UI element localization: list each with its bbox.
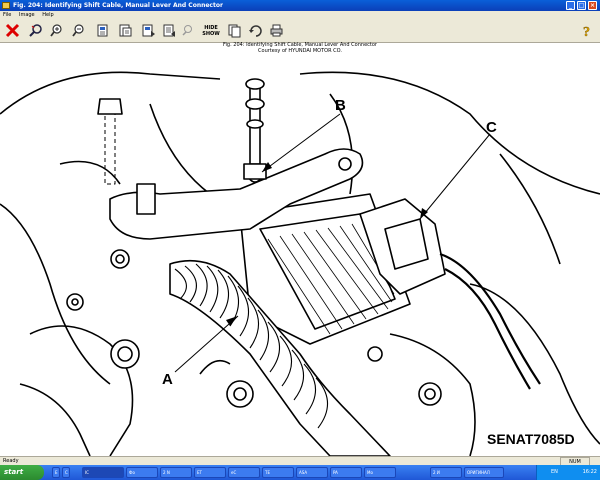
taskbar-item[interactable]: ОРИГИНАЛ	[464, 467, 504, 478]
close-window-button[interactable]: ×	[588, 1, 597, 10]
figure-code: SENAT7085D	[487, 431, 575, 447]
window-title: Fig. 204: Identifying Shift Cable, Manua…	[13, 2, 223, 9]
start-label: start	[4, 468, 24, 476]
taskbar-item[interactable]: 2 N	[160, 467, 192, 478]
taskbar-item[interactable]: Mo	[364, 467, 396, 478]
printer-icon[interactable]	[268, 22, 285, 39]
taskbar-item[interactable]: C	[62, 467, 70, 478]
callout-a: A	[162, 371, 173, 388]
show-label: SHOW	[202, 30, 220, 37]
start-button[interactable]: start	[0, 465, 44, 480]
zoom-out-icon[interactable]	[70, 22, 87, 39]
maximize-button[interactable]: □	[577, 1, 586, 10]
menu-file[interactable]: File	[3, 11, 11, 20]
page-1-icon[interactable]	[95, 22, 112, 39]
taskbar: start E C IC Фо 2 N ET eC TE ASA PA Mo 2…	[0, 465, 600, 480]
taskbar-item[interactable]: TE	[262, 467, 294, 478]
app-icon	[2, 2, 10, 9]
system-tray: EN 16:22	[536, 465, 600, 480]
taskbar-item[interactable]: E	[52, 467, 60, 478]
taskbar-item[interactable]: eC	[228, 467, 260, 478]
hide-show-button[interactable]: HIDE SHOW	[201, 22, 221, 39]
zoom-in-icon[interactable]	[48, 22, 65, 39]
title-bar: Fig. 204: Identifying Shift Cable, Manua…	[0, 0, 600, 11]
copy-icon[interactable]	[226, 22, 243, 39]
callout-c: C	[486, 119, 497, 136]
print-icon[interactable]	[180, 22, 197, 39]
close-icon[interactable]	[4, 22, 21, 39]
menu-help[interactable]: Help	[42, 11, 53, 20]
menu-image[interactable]: Image	[19, 11, 35, 20]
toolbar: HIDE SHOW ?	[0, 20, 600, 43]
taskbar-item[interactable]: ET	[194, 467, 226, 478]
page-2-icon[interactable]	[117, 22, 134, 39]
taskbar-item[interactable]: IC	[82, 467, 124, 478]
help-icon[interactable]: ?	[579, 22, 596, 39]
clock: 16:22	[582, 469, 597, 475]
taskbar-item[interactable]: Фо	[126, 467, 158, 478]
search-icon[interactable]	[27, 22, 44, 39]
menu-bar: File Image Help	[0, 11, 600, 20]
figure-drawing: B C A SENAT7085D	[0, 54, 600, 457]
rotate-icon[interactable]	[247, 22, 264, 39]
taskbar-item[interactable]: ASA	[296, 467, 328, 478]
svg-text:?: ?	[583, 25, 590, 38]
page-4-icon[interactable]	[161, 22, 178, 39]
callout-b: B	[335, 97, 346, 114]
taskbar-item[interactable]: 2 И	[430, 467, 462, 478]
minimize-button[interactable]: _	[566, 1, 575, 10]
drawing-canvas: B C A SENAT7085D	[0, 71, 600, 457]
taskbar-item[interactable]: PA	[330, 467, 362, 478]
figure-caption: Fig. 204: Identifying Shift Cable, Manua…	[0, 42, 600, 54]
language-indicator[interactable]: EN	[551, 465, 558, 480]
page-3-icon[interactable]	[140, 22, 157, 39]
